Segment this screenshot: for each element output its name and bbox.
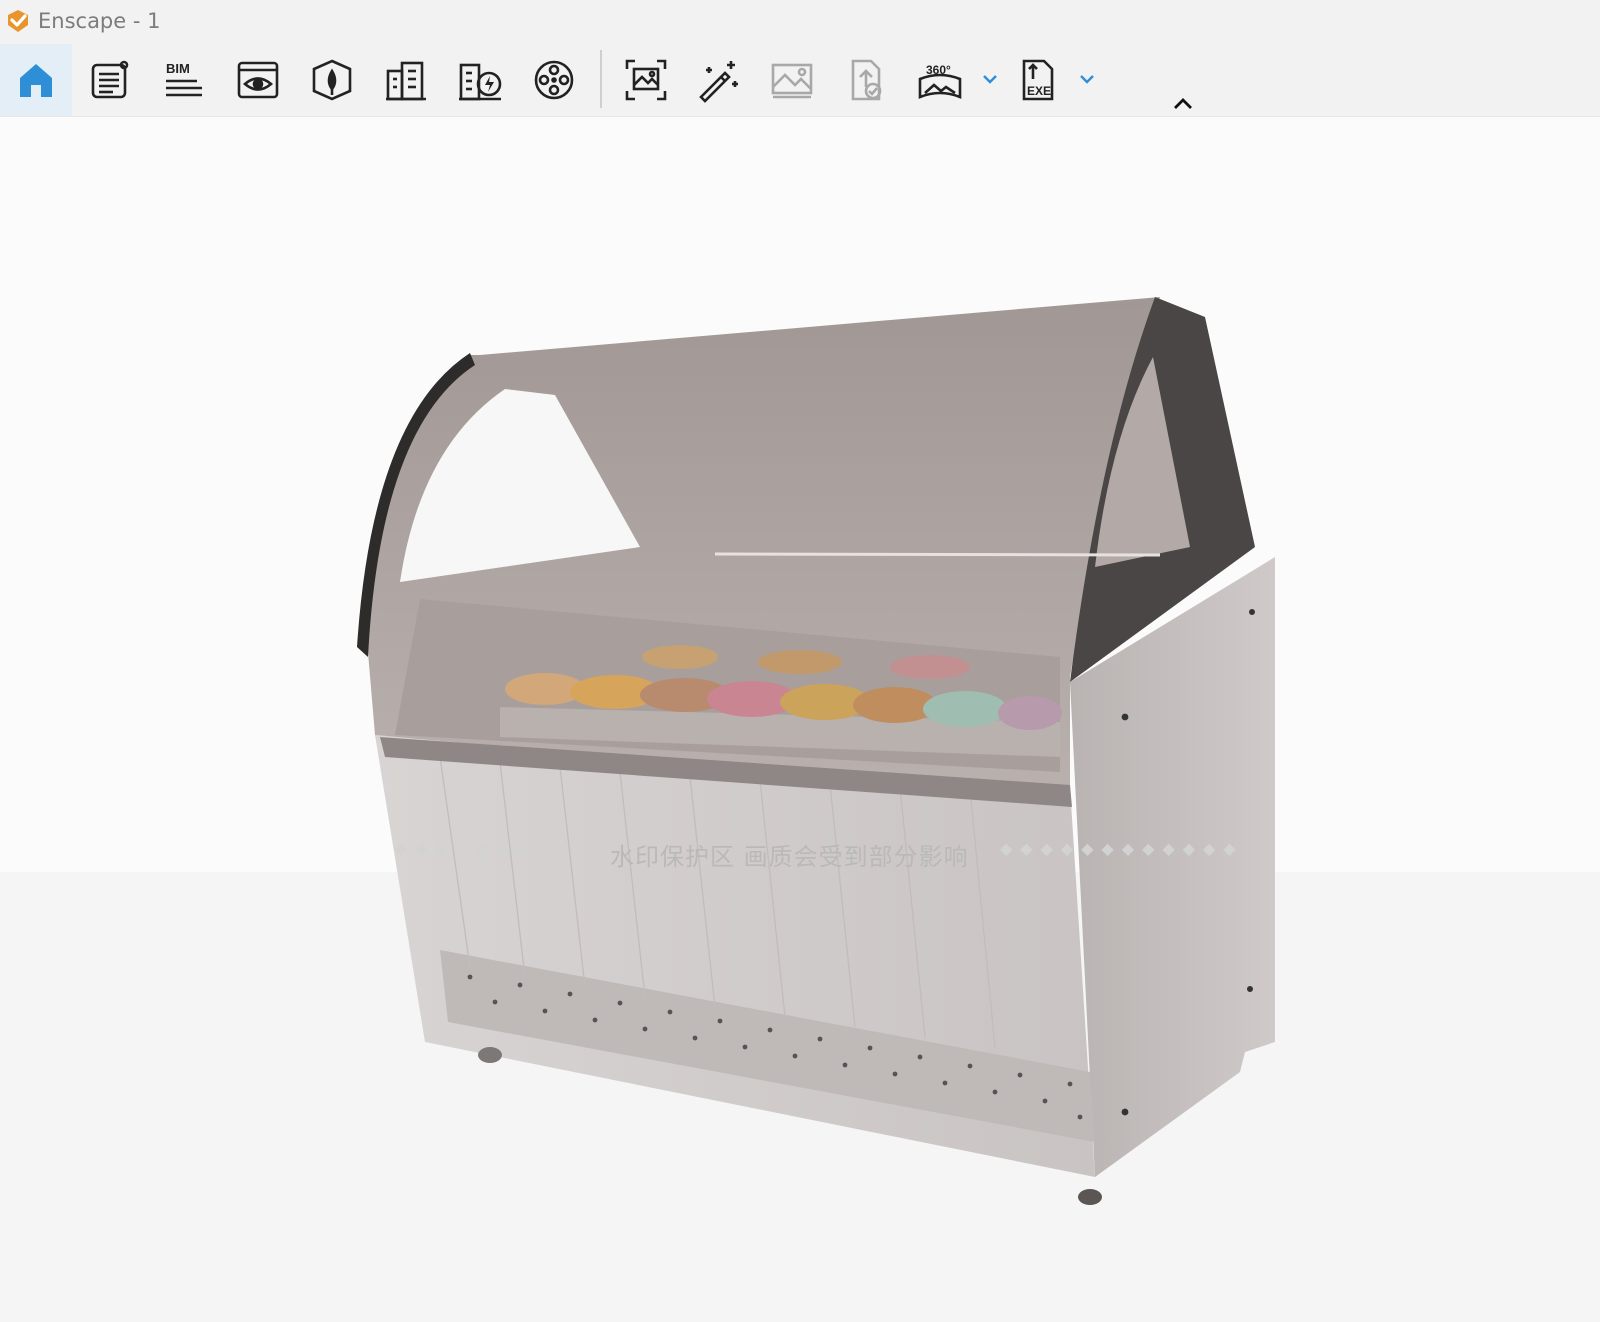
bim-button[interactable]: BIM <box>148 44 220 116</box>
panorama-360-icon: 360° <box>918 63 962 99</box>
buildings-button[interactable] <box>370 44 442 116</box>
buildings-icon <box>386 61 426 101</box>
video-reel-icon <box>534 60 574 100</box>
energy-button[interactable] <box>444 44 516 116</box>
panorama-button[interactable]: 360° <box>904 44 976 116</box>
bim-icon: BIM <box>166 61 202 97</box>
views-button[interactable] <box>222 44 294 116</box>
screenshot-icon <box>625 59 667 101</box>
enhance-button[interactable] <box>682 44 754 116</box>
toolbar-separator <box>600 50 602 108</box>
sites-button[interactable] <box>296 44 368 116</box>
title-bar: Enscape - 1 <box>0 0 1600 44</box>
export-exe-button[interactable]: EXE <box>1002 44 1074 116</box>
video-button[interactable] <box>518 44 590 116</box>
ribbon-toolbar: BIM 360° EXE <box>0 44 1600 117</box>
upload-check-icon <box>851 59 882 101</box>
screenshot-button[interactable] <box>610 44 682 116</box>
site-context-icon <box>312 59 352 101</box>
export-exe-icon: EXE <box>1022 59 1054 101</box>
collapse-toolbar-button[interactable] <box>1170 92 1196 116</box>
upload-button[interactable] <box>830 44 902 116</box>
render-viewport[interactable]: ◆◆◆◆◆◆◆ 水印保护区 画质会受到部分影响 ◆◆◆◆◆◆◆◆◆◆◆◆ <box>0 117 1600 1322</box>
enscape-logo-icon <box>8 10 28 32</box>
notes-button[interactable] <box>74 44 146 116</box>
chevron-down-icon <box>1080 75 1094 84</box>
home-icon <box>20 64 52 97</box>
magic-wand-icon <box>699 61 738 103</box>
export-dropdown-arrow[interactable] <box>1076 64 1098 94</box>
notes-icon <box>91 60 129 99</box>
bim-label: BIM <box>166 61 190 76</box>
home-button[interactable] <box>0 44 72 116</box>
watermark-text: 水印保护区 画质会受到部分影响 <box>610 843 969 871</box>
panorama-dropdown-arrow[interactable] <box>979 64 1001 94</box>
export-exe-label: EXE <box>1027 84 1051 98</box>
image-icon <box>771 63 813 99</box>
freezer-model <box>357 297 1275 1205</box>
window-title: Enscape - 1 <box>38 9 161 33</box>
chevron-up-icon <box>1174 98 1192 109</box>
watermark-diamonds-right: ◆◆◆◆◆◆◆◆◆◆◆◆ <box>1000 841 1244 858</box>
eye-window-icon <box>237 61 279 99</box>
building-energy-icon <box>459 63 502 101</box>
image-button[interactable] <box>756 44 828 116</box>
watermark-diamonds-left: ◆◆◆◆◆◆◆ <box>395 841 538 858</box>
chevron-down-icon <box>983 75 997 84</box>
